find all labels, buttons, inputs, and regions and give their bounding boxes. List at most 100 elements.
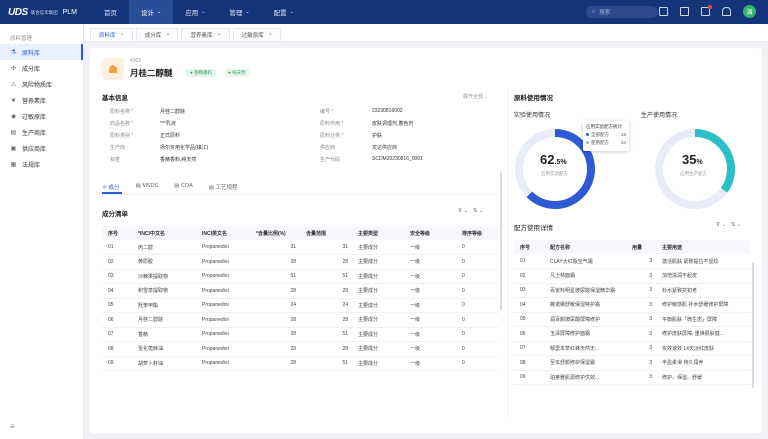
prod-usage-donut[interactable]: [650, 124, 740, 214]
tab[interactable]: 营养素库 ×: [181, 28, 230, 41]
sidebar-item[interactable]: ⚠ 风险物质库: [0, 76, 83, 92]
column-header[interactable]: 含量范围: [300, 226, 352, 240]
info-field-value: SCDM20230816_0001: [372, 156, 423, 162]
table-row[interactable]: 08 氢化蓖麻油 Propanedioi 28 28 主要成分 一级 0: [102, 341, 498, 357]
table-row[interactable]: 02 黄原胶 Propanedioi 28 28 主要成分 一级 0: [102, 254, 498, 270]
table-row[interactable]: 05 润百颜玻尿酸屏障修护 3 平衡肌肤「微生态」屏障: [514, 312, 750, 327]
tooltip-series-value: 24: [620, 140, 626, 145]
table-cell: 主要成分: [352, 298, 404, 313]
subtab[interactable]: ▤ 工艺规程: [209, 183, 238, 191]
column-header[interactable]: 序号: [102, 226, 132, 240]
table-cell: 28: [250, 327, 300, 342]
info-field: 供应商 龙达供应商: [320, 144, 397, 151]
table-row[interactable]: 05 羟苯甲酯 Propanedioi 24 24 主要成分 一级 0: [102, 298, 498, 313]
sidebar-item[interactable]: ▤ 生产商库: [0, 124, 83, 140]
column-header[interactable]: 主要用途: [656, 240, 750, 254]
tab[interactable]: 过敏原库 ×: [232, 28, 281, 41]
nav-item[interactable]: 设计 ⌄: [129, 0, 174, 24]
column-header[interactable]: INCI英文名: [196, 226, 250, 240]
filter-icon[interactable]: ⊽ ⌄: [458, 208, 468, 214]
column-header[interactable]: *含量比例(%): [250, 226, 300, 240]
sidebar-item[interactable]: ❦ 营养素库: [0, 92, 83, 108]
filter-icon[interactable]: ⊽ ⌄: [716, 222, 726, 228]
tab[interactable]: 成分库 ×: [135, 28, 179, 41]
subtab[interactable]: ▤ COA: [174, 183, 193, 191]
search-placeholder: 搜索: [599, 10, 611, 16]
table-cell: 一级: [404, 283, 456, 299]
column-header[interactable]: 用量: [626, 240, 656, 254]
table-row[interactable]: 07 郁里本草红蜂天然无... 3 实效速效 14天淡红皮肤: [514, 341, 750, 356]
fullscreen-icon[interactable]: [659, 7, 668, 16]
table-row[interactable]: 04 积雪草提取物 Propanedioi 28 28 主要成分 一级 0: [102, 283, 498, 299]
table-cell: 09: [514, 370, 544, 385]
table-row[interactable]: 06 月桂二醇醚 Propanedioi 28 28 主要成分 一级 0: [102, 312, 498, 328]
close-icon[interactable]: ×: [166, 32, 169, 38]
table-row[interactable]: 01 CLAY大红瓶空气霜 3 激活肌肤 紧致提拉不显纹: [514, 254, 750, 269]
composition-title: 成分清单: [102, 211, 128, 218]
table-row[interactable]: 03 沙棘果提取物 Propanedioi 51 51 主要成分 一级 0: [102, 269, 498, 284]
column-header[interactable]: 排序等级: [456, 226, 498, 240]
table-row[interactable]: 03 百雀羚明星玻尿酸保湿精华霜 3 补水紧致抗初老: [514, 283, 750, 298]
scrollbar[interactable]: [500, 172, 502, 310]
logo-mark: UDS: [8, 6, 28, 18]
window-icon[interactable]: [680, 7, 689, 16]
table-row[interactable]: 01 丙二醇 Propanedioi 31 31 主要成分 一级 0: [102, 240, 498, 255]
search-input[interactable]: ⌕ 搜索: [586, 6, 658, 18]
nav-item[interactable]: 首页: [92, 0, 129, 24]
column-header[interactable]: 序号: [514, 240, 544, 254]
info-field: 生产商 扬尔专用化学品(镇江): [110, 144, 208, 151]
collapse-menu-icon[interactable]: ≡: [10, 422, 15, 431]
table-row[interactable]: 02 凡士林面霜 3 加倍滋润不起皮: [514, 268, 750, 284]
table-row[interactable]: 09 珀莱雅肌源修护优效... 3 修护、保湿、舒缓: [514, 370, 750, 385]
nav-item-label: 设计: [141, 10, 154, 17]
scrollbar[interactable]: [752, 262, 754, 388]
column-header[interactable]: 安全等级: [404, 226, 456, 240]
table-row[interactable]: 07 香精 Propanedioi 28 51 主要成分 一级 0: [102, 327, 498, 342]
nav-item[interactable]: 配置 ⌄: [262, 0, 306, 24]
table-cell: 02: [514, 268, 544, 284]
sidebar-item[interactable]: ◉ 过敏原库: [0, 108, 83, 124]
column-divider: [508, 88, 509, 418]
info-field: 商品名称 * ***乳液: [110, 120, 176, 127]
info-field-value: 23230816002: [372, 108, 403, 114]
nav-item[interactable]: 管理 ⌄: [217, 0, 261, 24]
table-cell: Propanedioi: [196, 298, 250, 313]
bell-icon[interactable]: [722, 7, 731, 16]
table-cell: 0: [456, 341, 498, 357]
close-icon[interactable]: ×: [121, 32, 124, 38]
warning-icon: ⚠: [10, 81, 17, 88]
sidebar-item[interactable]: ⚗ 原料库: [0, 44, 83, 60]
table-cell: 丙二醇: [132, 240, 196, 255]
table-row[interactable]: 09 胡萝卜籽油 Propanedioi 28 51 主要成分 一级 0: [102, 356, 498, 371]
sidebar-item[interactable]: ▣ 供应商库: [0, 140, 83, 156]
expand-all-button[interactable]: 展开全部 ⌄: [463, 93, 489, 100]
sort-icon[interactable]: ⇅ ⌄: [473, 208, 484, 214]
close-icon[interactable]: ×: [217, 32, 220, 38]
message-icon[interactable]: [701, 5, 712, 16]
table-row[interactable]: 08 至本舒颜修护保湿霜 3 丰盈柔滑 持久润养: [514, 355, 750, 371]
sidebar-item[interactable]: ▦ 法规库: [0, 156, 83, 172]
info-field: 编号 * 23230816002: [320, 108, 403, 115]
tooltip-series-value: 15: [620, 132, 626, 137]
table-cell: 28: [250, 254, 300, 270]
column-header[interactable]: 配方名称: [544, 240, 626, 254]
sort-icon[interactable]: ⇅ ⌄: [731, 222, 742, 228]
tab[interactable]: 原料库 ×: [90, 28, 133, 41]
table-row[interactable]: 06 玉泽屏障修护面霜 3 修护皮肤屏障, 重焕肌肤健...: [514, 326, 750, 342]
column-header[interactable]: *INCI中文名: [132, 226, 196, 240]
nav-item[interactable]: 应用 ⌄: [173, 0, 217, 24]
table-cell: 薇诺娜舒敏保湿特护霜: [544, 297, 626, 313]
brand-logo[interactable]: UDS 联合信华集团 PLM: [0, 7, 92, 18]
table-row[interactable]: 04 薇诺娜舒敏保湿特护霜 3 修护敏感肌 补水舒缓修护屏障: [514, 297, 750, 313]
avatar[interactable]: 演: [743, 5, 756, 18]
nav-item-label: 管理: [229, 10, 243, 17]
close-icon[interactable]: ×: [269, 32, 272, 38]
table-cell: 06: [102, 312, 132, 328]
info-field-value: 月桂二醇醚: [160, 109, 186, 115]
table-cell: 01: [102, 240, 132, 255]
table-cell: 补水紧致抗初老: [656, 283, 750, 298]
subtab[interactable]: ⚛ 成分: [102, 183, 119, 191]
subtab[interactable]: ▤ MSDS: [135, 183, 158, 191]
column-header[interactable]: 主要类型: [352, 226, 404, 240]
sidebar-item[interactable]: ✣ 成分库: [0, 60, 83, 76]
